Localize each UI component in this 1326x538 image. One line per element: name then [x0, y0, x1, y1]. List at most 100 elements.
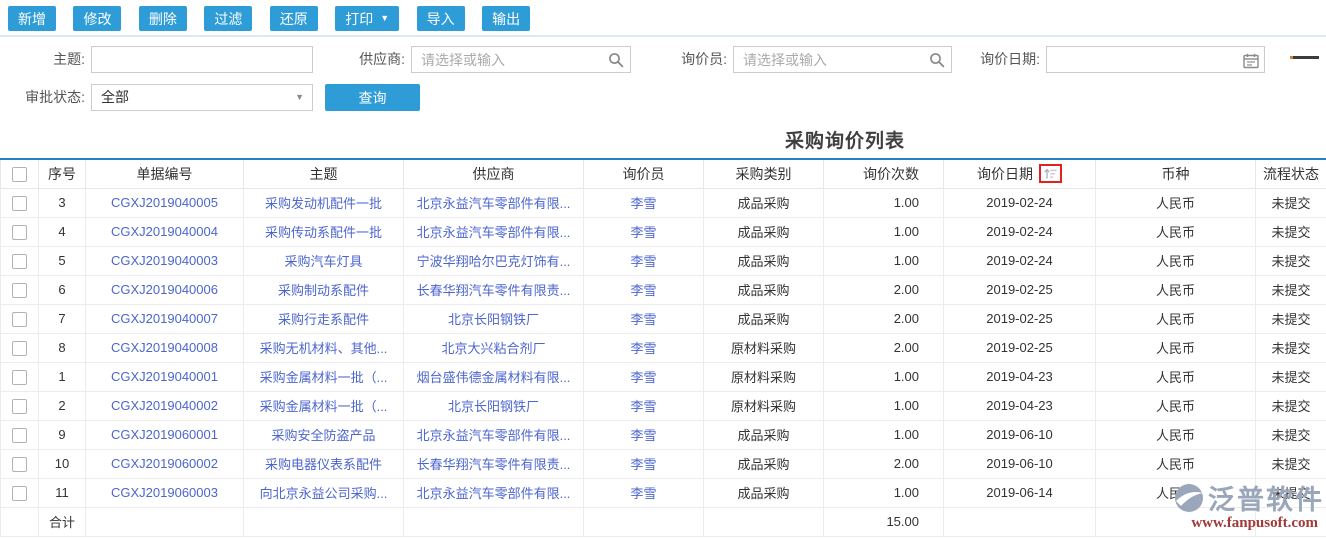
table-row: 7CGXJ2019040007采购行走系配件北京长阳钢铁厂李雪成品采购2.002…	[1, 304, 1326, 333]
inquirer-link[interactable]: 李雪	[630, 486, 656, 501]
col-date-label: 询价日期	[977, 164, 1033, 184]
select-all-checkbox[interactable]	[12, 167, 27, 182]
row-checkbox[interactable]	[12, 341, 27, 356]
inquirer-cell: 李雪	[584, 420, 704, 449]
supplier-link[interactable]: 北京长阳钢铁厂	[448, 312, 539, 327]
row-checkbox-cell	[1, 449, 39, 478]
supplier-link[interactable]: 长春华翔汽车零件有限责...	[417, 283, 571, 298]
restore-button[interactable]: 还原	[270, 6, 318, 31]
subject-link[interactable]: 采购金属材料一批（...	[260, 399, 388, 414]
inquirer-link[interactable]: 李雪	[630, 457, 656, 472]
supplier-input[interactable]	[411, 46, 631, 73]
seq-cell: 11	[39, 478, 86, 507]
doc-no-cell: CGXJ2019060003	[86, 478, 244, 507]
inquirer-link[interactable]: 李雪	[630, 196, 656, 211]
category-cell: 成品采购	[704, 304, 824, 333]
doc-no-link[interactable]: CGXJ2019040002	[111, 398, 218, 413]
approval-status-value: 全部	[101, 89, 129, 105]
subject-link[interactable]: 采购行走系配件	[278, 312, 369, 327]
supplier-link[interactable]: 北京永益汽车零部件有限...	[417, 225, 571, 240]
category-cell: 成品采购	[704, 246, 824, 275]
supplier-link[interactable]: 烟台盛伟德金属材料有限...	[417, 370, 571, 385]
category-cell: 原材料采购	[704, 391, 824, 420]
subject-link[interactable]: 向北京永益公司采购...	[260, 486, 388, 501]
status-cell: 未提交	[1256, 449, 1326, 478]
date-cell: 2019-02-25	[944, 275, 1096, 304]
row-checkbox[interactable]	[12, 457, 27, 472]
search-icon[interactable]	[608, 52, 624, 68]
doc-no-link[interactable]: CGXJ2019040007	[111, 311, 218, 326]
import-button[interactable]: 导入	[417, 6, 465, 31]
supplier-link[interactable]: 北京永益汽车零部件有限...	[417, 486, 571, 501]
query-button[interactable]: 查询	[325, 84, 420, 111]
export-button[interactable]: 输出	[482, 6, 530, 31]
col-flow-status: 流程状态	[1256, 159, 1326, 188]
supplier-link[interactable]: 北京长阳钢铁厂	[448, 399, 539, 414]
supplier-link[interactable]: 北京永益汽车零部件有限...	[417, 196, 571, 211]
doc-no-link[interactable]: CGXJ2019040006	[111, 282, 218, 297]
doc-no-link[interactable]: CGXJ2019040005	[111, 195, 218, 210]
calendar-icon[interactable]	[1243, 53, 1259, 69]
subject-cell: 采购金属材料一批（...	[244, 391, 404, 420]
inquiry-date-input[interactable]	[1046, 46, 1265, 73]
doc-no-link[interactable]: CGXJ2019040004	[111, 224, 218, 239]
doc-no-link[interactable]: CGXJ2019040008	[111, 340, 218, 355]
inquirer-link[interactable]: 李雪	[630, 225, 656, 240]
supplier-link[interactable]: 长春华翔汽车零件有限责...	[417, 457, 571, 472]
subject-input[interactable]	[91, 46, 313, 73]
supplier-cell: 北京永益汽车零部件有限...	[404, 217, 584, 246]
table-row: 6CGXJ2019040006采购制动系配件长春华翔汽车零件有限责...李雪成品…	[1, 275, 1326, 304]
row-checkbox[interactable]	[12, 283, 27, 298]
subject-link[interactable]: 采购电器仪表系配件	[265, 457, 382, 472]
subject-link[interactable]: 采购汽车灯具	[284, 254, 362, 269]
supplier-link[interactable]: 北京永益汽车零部件有限...	[417, 428, 571, 443]
table-body: 3CGXJ2019040005采购发动机配件一批北京永益汽车零部件有限...李雪…	[1, 188, 1326, 507]
inquirer-link[interactable]: 李雪	[630, 370, 656, 385]
col-currency: 币种	[1096, 159, 1256, 188]
row-checkbox[interactable]	[12, 196, 27, 211]
delete-button[interactable]: 删除	[139, 6, 187, 31]
inquirer-link[interactable]: 李雪	[630, 312, 656, 327]
filter-button[interactable]: 过滤	[204, 6, 252, 31]
row-checkbox[interactable]	[12, 486, 27, 501]
supplier-link[interactable]: 北京大兴粘合剂厂	[441, 341, 545, 356]
category-cell: 成品采购	[704, 188, 824, 217]
currency-cell: 人民币	[1096, 304, 1256, 333]
inquirer-input[interactable]	[733, 46, 952, 73]
row-checkbox[interactable]	[12, 254, 27, 269]
inquirer-link[interactable]: 李雪	[630, 428, 656, 443]
row-checkbox[interactable]	[12, 225, 27, 240]
approval-status-select[interactable]: 全部 ▼	[91, 84, 313, 111]
row-checkbox[interactable]	[12, 428, 27, 443]
inquirer-link[interactable]: 李雪	[630, 399, 656, 414]
subject-link[interactable]: 采购发动机配件一批	[265, 196, 382, 211]
status-cell: 未提交	[1256, 275, 1326, 304]
supplier-link[interactable]: 宁波华翔哈尔巴克灯饰有...	[417, 254, 571, 269]
row-checkbox[interactable]	[12, 312, 27, 327]
add-button[interactable]: 新增	[8, 6, 56, 31]
subject-link[interactable]: 采购制动系配件	[278, 283, 369, 298]
table-row: 4CGXJ2019040004采购传动系配件一批北京永益汽车零部件有限...李雪…	[1, 217, 1326, 246]
row-checkbox[interactable]	[12, 399, 27, 414]
subject-link[interactable]: 采购金属材料一批（...	[260, 370, 388, 385]
doc-no-link[interactable]: CGXJ2019040001	[111, 369, 218, 384]
subject-link[interactable]: 采购传动系配件一批	[265, 225, 382, 240]
doc-no-link[interactable]: CGXJ2019060001	[111, 427, 218, 442]
category-cell: 成品采购	[704, 275, 824, 304]
doc-no-link[interactable]: CGXJ2019040003	[111, 253, 218, 268]
doc-no-link[interactable]: CGXJ2019060002	[111, 456, 218, 471]
currency-cell: 人民币	[1096, 217, 1256, 246]
col-date: 询价日期	[944, 159, 1096, 188]
subject-link[interactable]: 采购无机材料、其他...	[260, 341, 388, 356]
delete-button-label: 删除	[149, 9, 177, 29]
doc-no-link[interactable]: CGXJ2019060003	[111, 485, 218, 500]
search-icon[interactable]	[929, 52, 945, 68]
sort-ascending-icon[interactable]	[1039, 164, 1062, 183]
inquirer-link[interactable]: 李雪	[630, 341, 656, 356]
row-checkbox[interactable]	[12, 370, 27, 385]
inquirer-link[interactable]: 李雪	[630, 254, 656, 269]
inquirer-link[interactable]: 李雪	[630, 283, 656, 298]
edit-button[interactable]: 修改	[73, 6, 121, 31]
subject-link[interactable]: 采购安全防盗产品	[271, 428, 375, 443]
print-button[interactable]: 打印 ▼	[335, 6, 399, 31]
